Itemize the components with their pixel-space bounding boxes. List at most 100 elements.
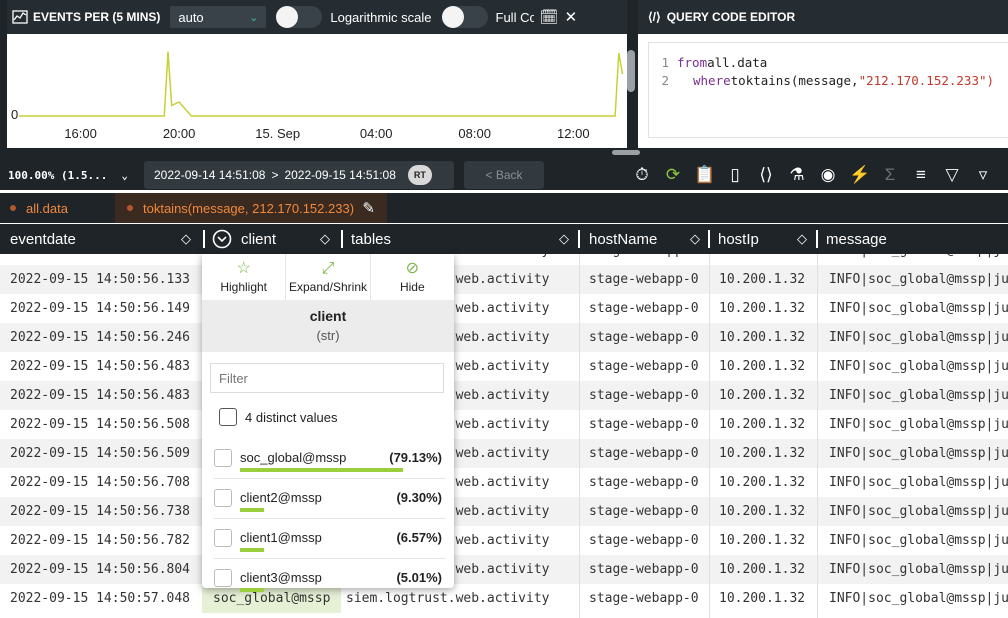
cell-eventdate[interactable]: 2022-09-15 14:50:56.509 bbox=[10, 439, 202, 468]
cell-message[interactable]: INFO|soc_global@mssp|jul bbox=[817, 410, 1008, 439]
values-filter-input[interactable] bbox=[210, 363, 444, 393]
sum-icon[interactable]: Σ bbox=[880, 165, 900, 185]
breadcrumb-source[interactable]: all.data bbox=[0, 193, 115, 223]
value-item[interactable]: soc_global@mssp (79.13%) bbox=[214, 440, 446, 478]
interval-select[interactable]: auto ⌄ bbox=[170, 6, 267, 28]
timer-icon[interactable]: ⏱ bbox=[632, 165, 652, 185]
table-row[interactable]: 2022-09-15 14:50:56.782soc_global@msspsi… bbox=[0, 526, 1008, 555]
code-editor[interactable]: 1 from all.data 2 where toktains(message… bbox=[648, 42, 1008, 138]
cell-eventdate[interactable]: 2022-09-15 14:50:56.483 bbox=[10, 352, 202, 381]
cell-hostip[interactable]: 10.200.1.32 bbox=[709, 468, 817, 497]
table-row[interactable]: 2022-09-15 14:50:56.509soc_global@msspsi… bbox=[0, 439, 1008, 468]
back-button[interactable]: < Back bbox=[464, 161, 544, 189]
table-row[interactable]: 2022-09-15 14:50:56.483soc_global@msspsi… bbox=[0, 381, 1008, 410]
table-row[interactable]: 2022-09-15 14:50:56.804soc_global@msspsi… bbox=[0, 555, 1008, 584]
pencil-icon[interactable]: ✎ bbox=[362, 199, 375, 217]
close-icon[interactable]: ✕ bbox=[565, 8, 578, 26]
cell-message[interactable]: INFO|soc_global@mssp|jul bbox=[817, 265, 1008, 294]
cell-message[interactable]: INFO|soc_global@mssp|jul bbox=[817, 584, 1008, 613]
fullcount-toggle[interactable] bbox=[441, 6, 488, 28]
sort-icon[interactable]: ◇ bbox=[556, 230, 572, 248]
cell-hostip[interactable]: 10.200.1.32 bbox=[709, 497, 817, 526]
highlight-button[interactable]: ☆ Highlight bbox=[202, 254, 287, 300]
filter-or-icon[interactable]: ▽ bbox=[942, 165, 962, 185]
column-menu-icon[interactable] bbox=[212, 224, 232, 254]
cell-hostname[interactable]: stage-webapp-0 bbox=[579, 294, 709, 323]
select-all-values[interactable]: 4 distinct values bbox=[219, 408, 338, 426]
checkbox[interactable] bbox=[214, 449, 232, 467]
checkbox[interactable] bbox=[214, 529, 232, 547]
table-row[interactable]: 2022-09-15 14:50:56.120soc_global@msspsi… bbox=[0, 254, 1008, 265]
cell-eventdate[interactable]: 2022-09-15 14:50:56.708 bbox=[10, 468, 202, 497]
chart-type-icon[interactable] bbox=[11, 8, 29, 26]
column-header-hostname[interactable]: hostName bbox=[589, 224, 657, 254]
cell-hostname[interactable]: stage-webapp-0 bbox=[579, 265, 709, 294]
cell-eventdate[interactable]: 2022-09-15 14:50:56.120 bbox=[10, 254, 202, 265]
table-row[interactable]: 2022-09-15 14:50:56.149soc_global@msspsi… bbox=[0, 294, 1008, 323]
cell-message[interactable]: INFO|soc_global@mssp|jul bbox=[817, 555, 1008, 584]
cell-message[interactable]: INFO|soc_global@mssp|jul bbox=[817, 294, 1008, 323]
cell-hostip[interactable]: 10.200.1.32 bbox=[709, 265, 817, 294]
cell-eventdate[interactable]: 2022-09-15 14:50:56.133 bbox=[10, 265, 202, 294]
cell-eventdate[interactable]: 2022-09-15 14:50:57.048 bbox=[10, 584, 202, 613]
calendar-icon[interactable]: 🗓 bbox=[540, 8, 559, 26]
table-row[interactable]: 2022-09-15 14:50:56.508soc_global@msspsi… bbox=[0, 410, 1008, 439]
column-header-tables[interactable]: tables bbox=[351, 224, 391, 254]
checkbox[interactable] bbox=[219, 408, 237, 426]
checkbox[interactable] bbox=[214, 489, 232, 507]
table-row[interactable]: 2022-09-15 14:50:56.738soc_global@msspsi… bbox=[0, 497, 1008, 526]
table-row[interactable]: 2022-09-15 14:50:56.708soc_global@msspsi… bbox=[0, 468, 1008, 497]
cell-hostip[interactable]: 10.200.1.32 bbox=[709, 526, 817, 555]
cell-eventdate[interactable]: 2022-09-15 14:50:56.738 bbox=[10, 497, 202, 526]
column-header-message[interactable]: message bbox=[826, 224, 887, 254]
column-header-eventdate[interactable]: eventdate bbox=[10, 224, 76, 254]
cell-message[interactable]: INFO|soc_global@mssp|jul bbox=[817, 497, 1008, 526]
hierarchy-icon[interactable]: ⚗ bbox=[787, 165, 807, 185]
cell-hostip[interactable]: 10.200.1.32 bbox=[709, 352, 817, 381]
expand-shrink-button[interactable]: ⤢ Expand/Shrink bbox=[286, 254, 371, 300]
value-item[interactable]: client3@mssp (5.01%) bbox=[214, 560, 446, 598]
value-item[interactable]: client2@mssp (9.30%) bbox=[214, 480, 446, 518]
table-row[interactable]: 2022-09-15 14:50:56.246soc_global@msspsi… bbox=[0, 323, 1008, 352]
chart-scroll-handle[interactable] bbox=[627, 50, 635, 92]
clipboard-icon[interactable]: 📋 bbox=[694, 165, 715, 185]
cell-hostip[interactable]: 10.200.1.32 bbox=[709, 294, 817, 323]
column-header-client[interactable]: client bbox=[241, 224, 276, 254]
cell-eventdate[interactable]: 2022-09-15 14:50:56.804 bbox=[10, 555, 202, 584]
cell-hostname[interactable]: stage-webapp-0 bbox=[579, 468, 709, 497]
column-divider[interactable] bbox=[341, 230, 343, 248]
columns-icon[interactable]: ▯ bbox=[725, 165, 745, 185]
sort-icon[interactable]: ◇ bbox=[794, 230, 810, 248]
column-header-hostip[interactable]: hostIp bbox=[718, 224, 759, 254]
code-icon[interactable]: ⟨⟩ bbox=[756, 165, 776, 185]
cell-message[interactable]: INFO|soc_global@mssp|jul bbox=[817, 381, 1008, 410]
cell-hostip[interactable]: 10.200.1.32 bbox=[709, 410, 817, 439]
refresh-data-icon[interactable]: ⟳ bbox=[663, 165, 683, 185]
cell-eventdate[interactable]: 2022-09-15 14:50:56.483 bbox=[10, 381, 202, 410]
cell-hostip[interactable]: 10.200.1.32 bbox=[709, 254, 817, 265]
cell-message[interactable]: INFO|soc_global@mssp|jul bbox=[817, 526, 1008, 555]
checkbox[interactable] bbox=[214, 569, 232, 587]
table-row[interactable]: 2022-09-15 14:50:57.048 soc_global@mssp si… bbox=[0, 584, 1008, 613]
cell-message[interactable]: INFO|soc_global@mssp|jul bbox=[817, 468, 1008, 497]
cell-message[interactable]: INFO|soc_global@mssp|jul bbox=[817, 439, 1008, 468]
cell-hostip[interactable]: 10.200.1.32 bbox=[709, 323, 817, 352]
cell-hostname[interactable]: stage-webapp-0 bbox=[579, 584, 709, 613]
cell-hostname[interactable]: stage-webapp-0 bbox=[579, 555, 709, 584]
column-divider[interactable] bbox=[816, 230, 818, 248]
cell-hostname[interactable]: stage-webapp-0 bbox=[579, 381, 709, 410]
cell-hostip[interactable]: 10.200.1.32 bbox=[709, 381, 817, 410]
table-row[interactable]: 2022-09-15 14:50:56.133soc_global@msspsi… bbox=[0, 265, 1008, 294]
cell-message[interactable]: INFO|soc_global@mssp|jul bbox=[817, 254, 1008, 265]
cell-eventdate[interactable]: 2022-09-15 14:50:56.782 bbox=[10, 526, 202, 555]
cell-eventdate[interactable]: 2022-09-15 14:50:56.508 bbox=[10, 410, 202, 439]
column-divider[interactable] bbox=[578, 230, 580, 248]
cell-message[interactable]: INFO|soc_global@mssp|jul bbox=[817, 352, 1008, 381]
value-item[interactable]: client1@mssp (6.57%) bbox=[214, 520, 446, 558]
hide-button[interactable]: ⊘ Hide bbox=[371, 254, 454, 300]
log-scale-toggle[interactable] bbox=[276, 6, 323, 28]
panel-splitter[interactable] bbox=[612, 150, 640, 155]
breadcrumb-filter[interactable]: toktains(message, 212.170.152.233) ✎ bbox=[115, 193, 387, 223]
cell-hostip[interactable]: 10.200.1.32 bbox=[709, 555, 817, 584]
cell-hostname[interactable]: stage-webapp-0 bbox=[579, 526, 709, 555]
